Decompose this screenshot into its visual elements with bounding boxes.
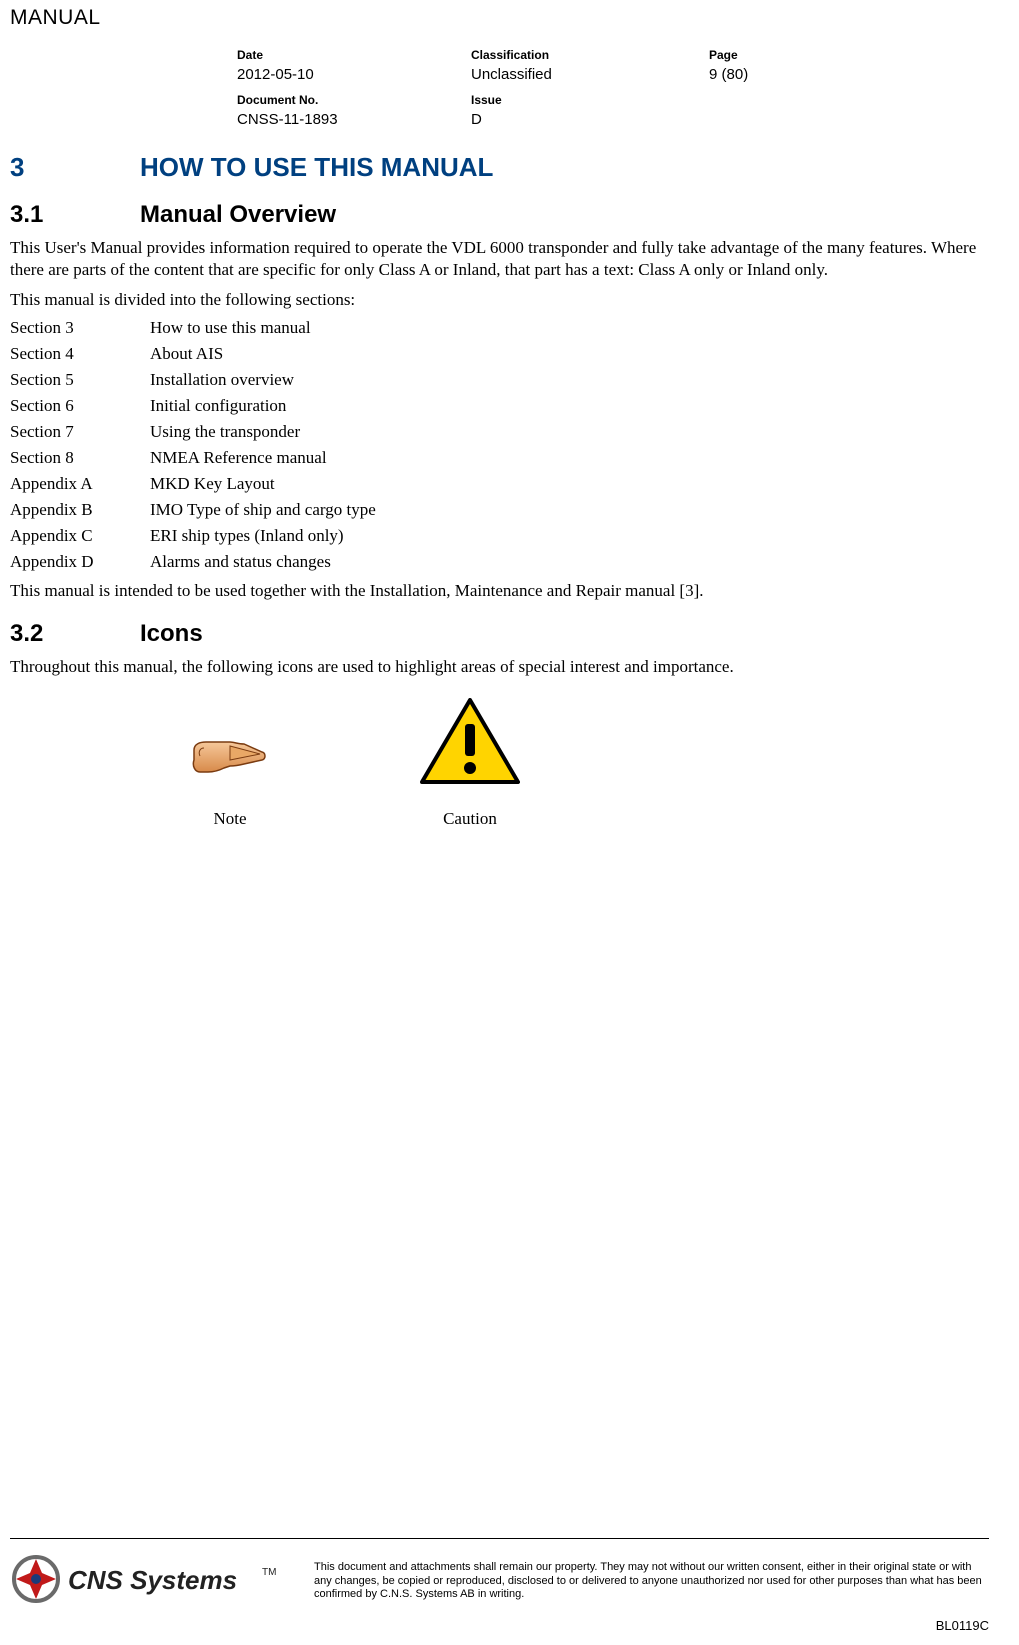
toc-desc: IMO Type of ship and cargo type	[150, 500, 989, 520]
section-3-heading: 3HOW TO USE THIS MANUAL	[10, 152, 989, 183]
toc-row: Section 5Installation overview	[10, 370, 989, 390]
page-footer: CNS Systems TM This document and attachm…	[10, 1538, 989, 1633]
toc-sec: Appendix B	[10, 500, 150, 520]
sections-toc: Section 3How to use this manual Section …	[10, 318, 989, 572]
date-label: Date	[233, 40, 467, 64]
issue-value: D	[467, 109, 705, 130]
footer-divider	[10, 1538, 989, 1539]
toc-sec: Section 7	[10, 422, 150, 442]
toc-sec: Section 5	[10, 370, 150, 390]
toc-desc: ERI ship types (Inland only)	[150, 526, 989, 546]
section-3-2-title: Icons	[140, 620, 203, 647]
document-header-table: Date Classification Page 2012-05-10 Uncl…	[233, 40, 993, 130]
section-3-title: HOW TO USE THIS MANUAL	[140, 152, 493, 182]
warning-triangle-icon	[420, 698, 520, 786]
caution-icon-cell	[410, 698, 530, 791]
toc-sec: Appendix D	[10, 552, 150, 572]
toc-sec: Appendix C	[10, 526, 150, 546]
caution-label: Caution	[410, 809, 530, 829]
page-value: 9 (80)	[705, 64, 993, 85]
toc-row: Section 3How to use this manual	[10, 318, 989, 338]
toc-desc: Alarms and status changes	[150, 552, 989, 572]
docno-value: CNSS-11-1893	[233, 109, 467, 130]
overview-paragraph-3: This manual is intended to be used toget…	[10, 580, 989, 602]
toc-desc: How to use this manual	[150, 318, 989, 338]
icons-paragraph: Throughout this manual, the following ic…	[10, 656, 989, 678]
toc-row: Section 7Using the transponder	[10, 422, 989, 442]
page-label: Page	[705, 40, 993, 64]
section-3-2-number: 3.2	[10, 620, 140, 648]
toc-desc: Using the transponder	[150, 422, 989, 442]
overview-paragraph-2: This manual is divided into the followin…	[10, 289, 989, 311]
toc-desc: About AIS	[150, 344, 989, 364]
toc-sec: Section 3	[10, 318, 150, 338]
toc-row: Section 6Initial configuration	[10, 396, 989, 416]
document-type-header: MANUAL	[10, 6, 989, 30]
toc-desc: Installation overview	[150, 370, 989, 390]
toc-sec: Section 8	[10, 448, 150, 468]
note-icon-cell	[170, 730, 290, 791]
section-3-1-title: Manual Overview	[140, 201, 336, 228]
pointing-hand-icon	[190, 730, 270, 786]
section-3-1-heading: 3.1Manual Overview	[10, 201, 989, 229]
section-3-2-heading: 3.2Icons	[10, 620, 989, 648]
icons-row	[170, 698, 989, 791]
toc-row: Appendix CERI ship types (Inland only)	[10, 526, 989, 546]
section-3-1-number: 3.1	[10, 201, 140, 229]
classification-label: Classification	[467, 40, 705, 64]
date-value: 2012-05-10	[233, 64, 467, 85]
toc-row: Appendix BIMO Type of ship and cargo typ…	[10, 500, 989, 520]
toc-sec: Section 6	[10, 396, 150, 416]
toc-row: Section 4About AIS	[10, 344, 989, 364]
company-logo: CNS Systems TM	[10, 1551, 290, 1612]
section-3-number: 3	[10, 152, 140, 183]
toc-sec: Section 4	[10, 344, 150, 364]
note-label: Note	[170, 809, 290, 829]
issue-label: Issue	[467, 85, 705, 109]
toc-row: Appendix DAlarms and status changes	[10, 552, 989, 572]
svg-text:TM: TM	[262, 1567, 276, 1578]
overview-paragraph-1: This User's Manual provides information …	[10, 237, 989, 281]
icon-labels-row: Note Caution	[170, 809, 989, 829]
toc-sec: Appendix A	[10, 474, 150, 494]
toc-row: Section 8NMEA Reference manual	[10, 448, 989, 468]
svg-text:CNS Systems: CNS Systems	[68, 1565, 237, 1595]
footer-disclaimer: This document and attachments shall rema…	[314, 1561, 989, 1602]
toc-desc: Initial configuration	[150, 396, 989, 416]
footer-code: BL0119C	[10, 1618, 989, 1633]
toc-desc: MKD Key Layout	[150, 474, 989, 494]
toc-desc: NMEA Reference manual	[150, 448, 989, 468]
toc-row: Appendix AMKD Key Layout	[10, 474, 989, 494]
docno-label: Document No.	[233, 85, 467, 109]
classification-value: Unclassified	[467, 64, 705, 85]
